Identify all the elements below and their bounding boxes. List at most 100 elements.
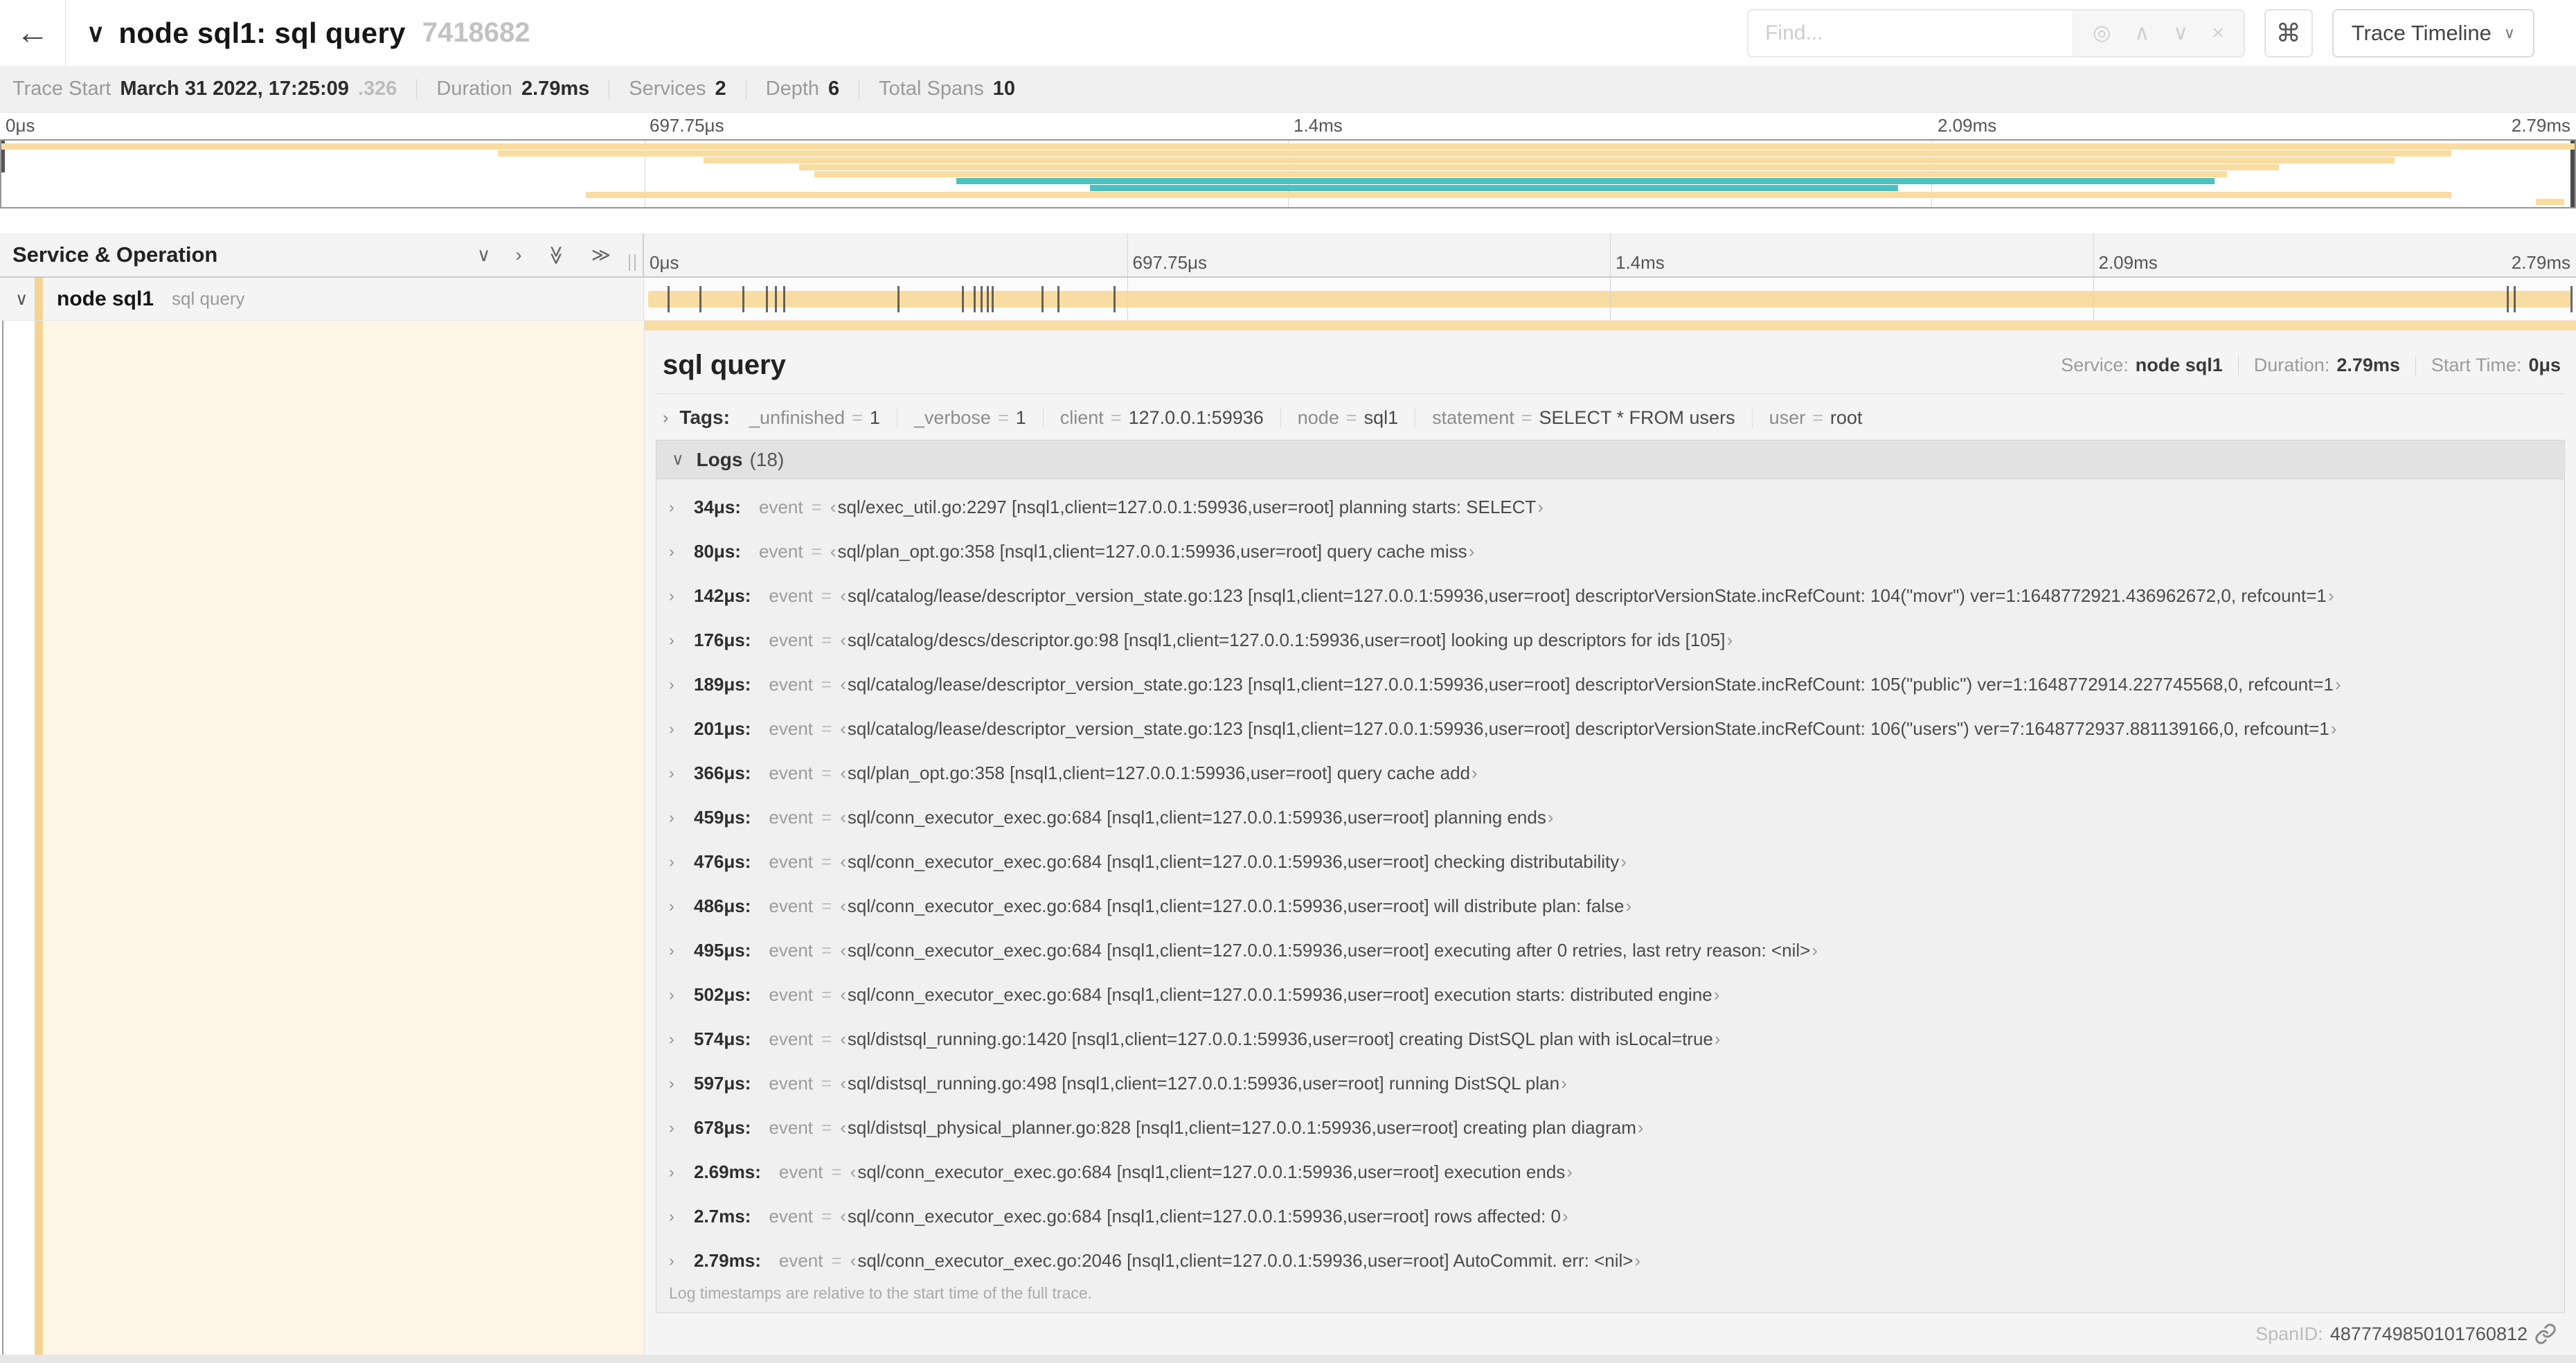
find-clear-icon[interactable]: × [2212,21,2224,45]
expand-one-icon[interactable]: › [515,244,521,266]
log-expander-icon[interactable]: › [669,853,694,871]
log-field-name: event [769,850,814,872]
log-row[interactable]: ›189μs event = sql/catalog/lease/descriptor… [656,662,2564,706]
log-expander-icon[interactable]: › [669,941,694,960]
log-field-name: event [778,1249,823,1271]
trace-meta-value: 10 [992,78,1015,100]
find-prev-icon[interactable]: ∧ [2134,21,2149,45]
separator [416,78,418,100]
back-button[interactable]: ← [0,0,66,66]
locate-icon[interactable]: ◎ [2093,21,2111,45]
link-icon[interactable] [2534,1323,2557,1345]
log-expander-icon[interactable]: › [669,986,694,1004]
logs-collapse-icon: ∨ [672,450,684,469]
log-row[interactable]: ›34μs event = sql/exec_util.go:2297 [nsql1,… [656,485,2564,529]
log-row[interactable]: ›2.69ms event = sql/conn_executor_exec.go:6… [656,1150,2564,1194]
detail-left-column [0,321,644,1355]
log-row[interactable]: ›176μs event = sql/catalog/descs/descriptor… [656,618,2564,662]
minimap-span-bar [585,192,2451,198]
log-timestamp: 459μs [694,807,751,828]
span-row-track[interactable] [644,278,2576,321]
grid-line [2093,278,2094,320]
log-marker [962,285,964,312]
tags-expander-icon[interactable]: › [663,408,668,428]
tag-equals: = [1110,407,1122,428]
detail-color-stripe [35,321,43,1355]
log-value: sql/plan_opt.go:358 [nsql1,client=127.0.… [840,763,1477,784]
minimap-canvas[interactable] [0,139,2576,208]
span-collapse-icon[interactable]: ∨ [15,289,28,310]
log-expander-icon[interactable]: › [669,542,694,561]
minimap-span-bar [704,157,2395,163]
log-row[interactable]: ›80μs event = sql/plan_opt.go:358 [nsql1,cl… [656,529,2564,573]
log-field-name: event [769,1072,814,1094]
log-field-name: event [769,673,814,695]
minimap-span-bar [798,164,2279,170]
log-field-name: event [769,1028,814,1049]
logs-header[interactable]: ∨ Logs (18) [656,440,2564,479]
trace-meta-label: Total Spans [879,78,984,100]
span-color-stripe [35,278,43,320]
log-row[interactable]: ›476μs event = sql/conn_executor_exec.go:68… [656,839,2564,884]
log-row[interactable]: ›678μs event = sql/distsql_physical_planner… [656,1105,2564,1150]
grid-line [1127,233,1128,276]
collapse-all-icon[interactable]: ≫ [546,245,567,265]
log-expander-icon[interactable]: › [669,1030,694,1049]
tags-row[interactable]: › Tags: _unfinished = 1 _verbose = 1 client = 12… [645,394,2576,440]
log-expander-icon[interactable]: › [669,897,694,916]
find-input[interactable] [1747,8,2073,57]
log-expander-icon[interactable]: › [669,1207,694,1226]
log-expander-icon[interactable]: › [669,720,694,738]
collapse-one-icon[interactable]: ∨ [477,244,491,266]
log-equals: = [821,983,832,1005]
log-value: sql/conn_executor_exec.go:684 [nsql1,cli… [840,896,1631,917]
log-expander-icon[interactable]: › [669,764,694,783]
keyboard-shortcuts-button[interactable]: ⌘ [2264,8,2313,57]
trace-title-collapse-icon[interactable]: ∨ [87,19,105,48]
log-row[interactable]: ›2.7ms event = sql/conn_executor_exec.go:68… [656,1194,2564,1238]
log-marker [667,285,670,312]
log-field-name: event [769,585,814,606]
header-actions: ◎ ∧ ∨ × ⌘ Trace Timeline ∨ [1747,8,2576,57]
trace-meta-label: Depth [765,78,820,100]
find-next-icon[interactable]: ∨ [2173,21,2188,45]
log-row[interactable]: ›201μs event = sql/catalog/lease/descriptor… [656,706,2564,751]
minimap-span-bar [1089,185,1898,191]
log-field-name: event [769,1205,814,1227]
log-expander-icon[interactable]: › [669,1163,694,1182]
column-resizer-grip[interactable] [629,254,636,271]
log-row[interactable]: ›486μs event = sql/conn_executor_exec.go:68… [656,884,2564,928]
ruler-tick-label: 0μs [650,252,679,273]
log-row[interactable]: ›502μs event = sql/conn_executor_exec.go:68… [656,972,2564,1017]
log-equals: = [821,1028,832,1049]
log-row[interactable]: ›2.79ms event = sql/conn_executor_exec.go:2… [656,1238,2564,1277]
log-marker [2507,285,2509,312]
log-row[interactable]: ›597μs event = sql/distsql_running.go:498 [… [656,1061,2564,1105]
view-selector-button[interactable]: Trace Timeline ∨ [2332,8,2534,57]
trace-id: 7418682 [422,17,530,48]
log-expander-icon[interactable]: › [669,1074,694,1093]
log-row[interactable]: ›574μs event = sql/distsql_running.go:1420 … [656,1017,2564,1061]
span-name-cell[interactable]: ∨ node sql1 sql query [0,278,644,321]
expand-all-icon[interactable]: ≫ [591,244,611,266]
log-row[interactable]: ›459μs event = sql/conn_executor_exec.go:68… [656,795,2564,839]
log-expander-icon[interactable]: › [669,587,694,605]
log-expander-icon[interactable]: › [669,1251,694,1270]
log-expander-icon[interactable]: › [669,498,694,517]
log-expander-icon[interactable]: › [669,631,694,650]
log-timestamp: 176μs [694,630,751,651]
log-expander-icon[interactable]: › [669,675,694,694]
grid-line [1610,233,1611,276]
trace-meta-label: Services [629,78,706,100]
log-expander-icon[interactable]: › [669,808,694,827]
log-row[interactable]: ›495μs event = sql/conn_executor_exec.go:68… [656,928,2564,972]
span-duration-bar[interactable] [648,290,2570,308]
minimap-ruler: 0μs 697.75μs 1.4ms 2.09ms 2.79ms [0,113,2576,139]
log-expander-icon[interactable]: › [669,1119,694,1137]
log-timestamp: 502μs [694,984,751,1006]
tag-value: 127.0.0.1:59936 [1128,407,1264,428]
tag-equals: = [1345,407,1357,428]
log-row[interactable]: ›366μs event = sql/plan_opt.go:358 [nsql1,c… [656,751,2564,795]
log-row[interactable]: ›142μs event = sql/catalog/lease/descriptor… [656,573,2564,618]
minimap-right-handle[interactable] [2570,141,2575,207]
